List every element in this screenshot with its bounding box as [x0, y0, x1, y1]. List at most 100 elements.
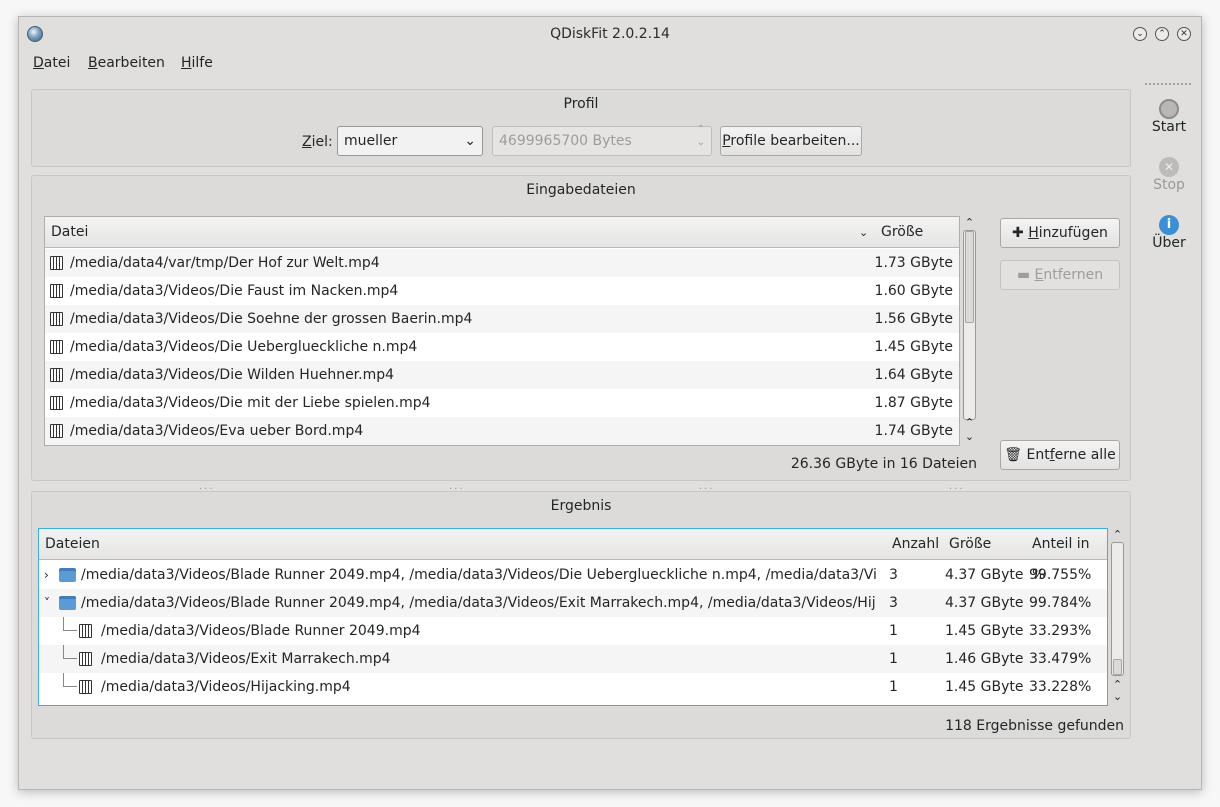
input-file-list[interactable]: Datei ⌄ Größe /media/data4/var/tmp/Der H… [44, 216, 960, 446]
stop-label: Stop [1153, 177, 1185, 193]
file-size: 1.56 GByte [874, 311, 953, 327]
folder-icon [59, 568, 76, 582]
input-scrollbar[interactable]: ⌃ ⌃ ⌄ [960, 216, 978, 446]
file-size: 1.64 GByte [874, 367, 953, 383]
file-path: /media/data3/Videos/Die Ueberglueckliche… [70, 339, 418, 355]
file-path: /media/data3/Videos/Die Faust im Nacken.… [70, 283, 399, 299]
file-size: 1.74 GByte [874, 423, 953, 439]
tree-row[interactable]: › /media/data3/Videos/Blade Runner 2049.m… [39, 561, 1107, 589]
video-file-icon [79, 624, 92, 638]
start-button[interactable]: Start [1134, 99, 1204, 135]
splitter-handle[interactable]: ............ [199, 481, 979, 492]
remove-all-button[interactable]: 🗑 Entferne alle [1000, 440, 1120, 470]
result-path: /media/data3/Videos/Blade Runner 2049.mp… [81, 595, 876, 611]
tree-row[interactable]: /media/data3/Videos/Blade Runner 2049.mp… [39, 617, 1107, 645]
input-files-group: Eingabedateien Datei ⌄ Größe /media/data… [31, 175, 1131, 481]
column-datei[interactable]: Datei [51, 217, 88, 248]
menu-hilfe[interactable]: Hilfe [181, 55, 213, 71]
ziel-value: mueller [344, 133, 398, 149]
scroll-up-icon[interactable]: ⌃ [963, 416, 976, 429]
result-tree[interactable]: Dateien Anzahl Größe Anteil in % › /media… [38, 528, 1108, 706]
sort-chevron-icon[interactable]: ⌄ [859, 217, 868, 248]
ziel-combo[interactable]: mueller ⌄ [337, 126, 483, 156]
window-title: QDiskFit 2.0.2.14 [550, 26, 670, 42]
column-groesse[interactable]: Größe [881, 217, 923, 248]
bytes-spinbox[interactable]: 4699965700 Bytes ⌃ ⌄ [492, 123, 712, 156]
video-file-icon [50, 424, 63, 438]
close-icon[interactable]: ✕ [1177, 27, 1191, 41]
result-path: /media/data3/Videos/Hijacking.mp4 [101, 679, 351, 695]
column-result-groesse[interactable]: Größe [949, 529, 991, 560]
remove-button[interactable]: ▬ Entfernen [1000, 260, 1120, 290]
column-anzahl[interactable]: Anzahl [892, 529, 939, 560]
result-share: 99.784% [1029, 595, 1092, 611]
result-share: 99.755% [1029, 567, 1092, 583]
tree-line [63, 645, 77, 659]
input-list-header: Datei ⌄ Größe [45, 217, 959, 248]
result-path: /media/data3/Videos/Blade Runner 2049.mp… [101, 623, 421, 639]
expander-icon[interactable]: ˅ [44, 589, 50, 617]
about-button[interactable]: i Über [1134, 215, 1204, 251]
table-row[interactable]: /media/data3/Videos/Die Wilden Huehner.m… [45, 361, 959, 389]
video-file-icon [50, 284, 63, 298]
scroll-track[interactable] [963, 230, 976, 420]
scroll-up-icon[interactable]: ⌃ [1111, 528, 1124, 541]
input-files-title: Eingabedateien [526, 182, 636, 198]
file-path: /media/data3/Videos/Eva ueber Bord.mp4 [70, 423, 364, 439]
table-row[interactable]: /media/data4/var/tmp/Der Hof zur Welt.mp… [45, 249, 959, 277]
result-count: 3 [889, 567, 898, 583]
file-path: /media/data4/var/tmp/Der Hof zur Welt.mp… [70, 255, 380, 271]
result-summary: 118 Ergebnisse gefunden [945, 718, 1124, 734]
minimize-icon[interactable]: ⌄ [1133, 27, 1147, 41]
folder-icon [59, 596, 76, 610]
stop-button[interactable]: ✕ Stop [1134, 157, 1204, 193]
video-file-icon [50, 368, 63, 382]
toolbar-handle[interactable] [1145, 83, 1191, 87]
gear-icon [1159, 99, 1179, 119]
file-size: 1.87 GByte [874, 395, 953, 411]
menu-bearbeiten[interactable]: Bearbeiten [88, 55, 165, 71]
result-size: 1.45 GByte [945, 623, 1024, 639]
file-size: 1.60 GByte [874, 283, 953, 299]
profil-title: Profil [563, 96, 599, 112]
menu-datei[interactable]: Datei [33, 55, 70, 71]
info-icon: i [1159, 215, 1179, 235]
video-file-icon [50, 396, 63, 410]
result-title: Ergebnis [550, 498, 612, 514]
expander-icon[interactable]: › [44, 561, 49, 589]
result-path: /media/data3/Videos/Blade Runner 2049.mp… [81, 567, 876, 583]
tree-row[interactable]: ˅ /media/data3/Videos/Blade Runner 2049.m… [39, 589, 1107, 617]
table-row[interactable]: /media/data3/Videos/Eva ueber Bord.mp4 1.… [45, 417, 959, 445]
tree-row[interactable]: /media/data3/Videos/Exit Marrakech.mp4 1 1… [39, 645, 1107, 673]
tree-row[interactable]: /media/data3/Videos/Hijacking.mp4 1 1.45 G… [39, 673, 1107, 701]
table-row[interactable]: /media/data3/Videos/Die mit der Liebe sp… [45, 389, 959, 417]
scroll-down-icon[interactable]: ⌄ [963, 430, 976, 443]
result-scrollbar[interactable]: ⌃ ⌃ ⌄ [1108, 528, 1126, 706]
stop-icon: ✕ [1159, 157, 1179, 177]
scroll-track[interactable] [1111, 542, 1124, 676]
table-row[interactable]: /media/data3/Videos/Die Soehne der gross… [45, 305, 959, 333]
maximize-icon[interactable]: ⌃ [1155, 27, 1169, 41]
table-row[interactable]: /media/data3/Videos/Die Faust im Nacken.… [45, 277, 959, 305]
scroll-up-icon[interactable]: ⌃ [963, 216, 976, 229]
ziel-label: Ziel: [302, 134, 333, 150]
result-count: 3 [889, 595, 898, 611]
scroll-thumb[interactable] [965, 231, 974, 323]
table-row[interactable]: /media/data3/Videos/Die Ueberglueckliche… [45, 333, 959, 361]
about-label: Über [1152, 235, 1186, 251]
add-button[interactable]: ✚ Hinzufügen [1000, 218, 1120, 248]
result-count: 1 [889, 623, 898, 639]
result-size: 4.37 GByte [945, 595, 1024, 611]
scroll-down-icon[interactable]: ⌄ [1111, 690, 1124, 703]
profile-edit-button[interactable]: Profile bearbeiten... [720, 126, 862, 156]
plus-icon: ✚ [1012, 225, 1029, 241]
result-count: 1 [889, 679, 898, 695]
main-window: QDiskFit 2.0.2.14 ⌄ ⌃ ✕ Datei Bearbeiten… [18, 16, 1202, 790]
column-dateien[interactable]: Dateien [45, 529, 100, 560]
result-group: Ergebnis Dateien Anzahl Größe Anteil in … [31, 491, 1131, 739]
tree-line [63, 617, 77, 631]
scroll-thumb[interactable] [1113, 659, 1122, 675]
title-bar[interactable]: QDiskFit 2.0.2.14 ⌄ ⌃ ✕ [19, 17, 1201, 51]
spin-arrows-icon[interactable]: ⌃ ⌄ [697, 123, 705, 149]
video-file-icon [50, 340, 63, 354]
